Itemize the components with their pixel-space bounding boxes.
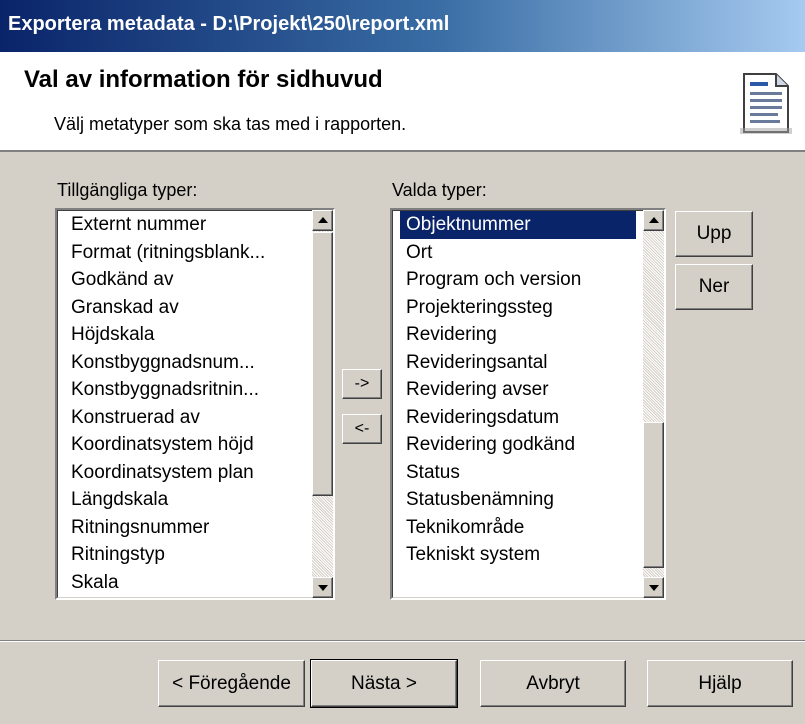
list-item[interactable]: Godkänd av — [65, 266, 305, 294]
move-down-button[interactable]: Ner — [675, 264, 753, 310]
list-item[interactable]: Revidering avser — [400, 376, 636, 404]
available-items: Externt nummer Format (ritningsblank... Go… — [65, 211, 305, 596]
list-item[interactable]: Revideringsantal — [400, 349, 636, 377]
page-title: Val av information för sidhuvud — [24, 66, 383, 93]
cancel-button[interactable]: Avbryt — [480, 660, 626, 707]
page-subtitle: Välj metatyper som ska tas med i rapport… — [54, 114, 407, 134]
available-types-list[interactable]: Externt nummer Format (ritningsblank... Go… — [55, 208, 335, 600]
selected-types-label: Valda typer: — [392, 180, 487, 200]
selected-scrollbar[interactable] — [643, 210, 664, 598]
available-types-label: Tillgängliga typer: — [57, 180, 198, 200]
list-item[interactable]: Program och version — [400, 266, 636, 294]
available-scrollbar[interactable] — [312, 210, 333, 598]
list-item[interactable]: Ritningsnummer — [65, 514, 305, 542]
list-item[interactable]: Koordinatsystem höjd — [65, 431, 305, 459]
list-item[interactable]: Tekniskt system — [400, 541, 636, 569]
list-item[interactable]: Ort — [400, 239, 636, 267]
list-item[interactable]: Konstbyggnadsnum... — [65, 349, 305, 377]
list-item[interactable]: Status — [400, 459, 636, 487]
arrow-down-icon — [318, 585, 328, 591]
scroll-thumb[interactable] — [312, 232, 333, 496]
list-item[interactable]: Projekteringssteg — [400, 294, 636, 322]
list-item[interactable]: Granskad av — [65, 294, 305, 322]
scroll-up-button[interactable] — [643, 210, 664, 231]
document-icon — [740, 73, 792, 134]
add-button[interactable]: -> — [342, 369, 382, 399]
list-item[interactable]: Objektnummer — [400, 211, 636, 239]
scroll-down-button[interactable] — [312, 577, 333, 598]
move-up-button[interactable]: Upp — [675, 211, 753, 257]
list-item[interactable]: Konstruerad av — [65, 404, 305, 432]
list-item[interactable]: Teknikområde — [400, 514, 636, 542]
list-item[interactable]: Konstbyggnadsritnin... — [65, 376, 305, 404]
arrow-up-icon — [649, 217, 659, 223]
list-item[interactable]: Revideringsdatum — [400, 404, 636, 432]
scroll-down-button[interactable] — [643, 577, 664, 598]
selected-items: Objektnummer Ort Program och version Projek… — [400, 211, 636, 569]
remove-button[interactable]: <- — [342, 414, 382, 444]
next-button[interactable]: Nästa > — [310, 659, 458, 708]
scroll-up-button[interactable] — [312, 210, 333, 231]
help-button[interactable]: Hjälp — [647, 660, 793, 707]
scroll-thumb[interactable] — [643, 422, 664, 568]
list-item[interactable]: Längdskala — [65, 486, 305, 514]
selected-types-list[interactable]: Objektnummer Ort Program och version Projek… — [390, 208, 666, 600]
back-button[interactable]: < Föregående — [158, 660, 305, 707]
list-item[interactable]: Höjdskala — [65, 321, 305, 349]
wizard-header: Val av information för sidhuvud Välj met… — [0, 52, 805, 152]
list-item[interactable]: Koordinatsystem plan — [65, 459, 305, 487]
arrow-up-icon — [318, 217, 328, 223]
arrow-down-icon — [649, 585, 659, 591]
list-item[interactable]: Statusbenämning — [400, 486, 636, 514]
footer-separator — [0, 640, 805, 642]
list-item[interactable]: Skala — [65, 569, 305, 597]
list-item[interactable]: Revidering godkänd — [400, 431, 636, 459]
window-title: Exportera metadata - D:\Projekt\250\repo… — [0, 0, 805, 52]
list-item[interactable]: Ritningstyp — [65, 541, 305, 569]
list-item[interactable]: Revidering — [400, 321, 636, 349]
list-item[interactable]: Externt nummer — [65, 211, 305, 239]
list-item[interactable]: Format (ritningsblank... — [65, 239, 305, 267]
